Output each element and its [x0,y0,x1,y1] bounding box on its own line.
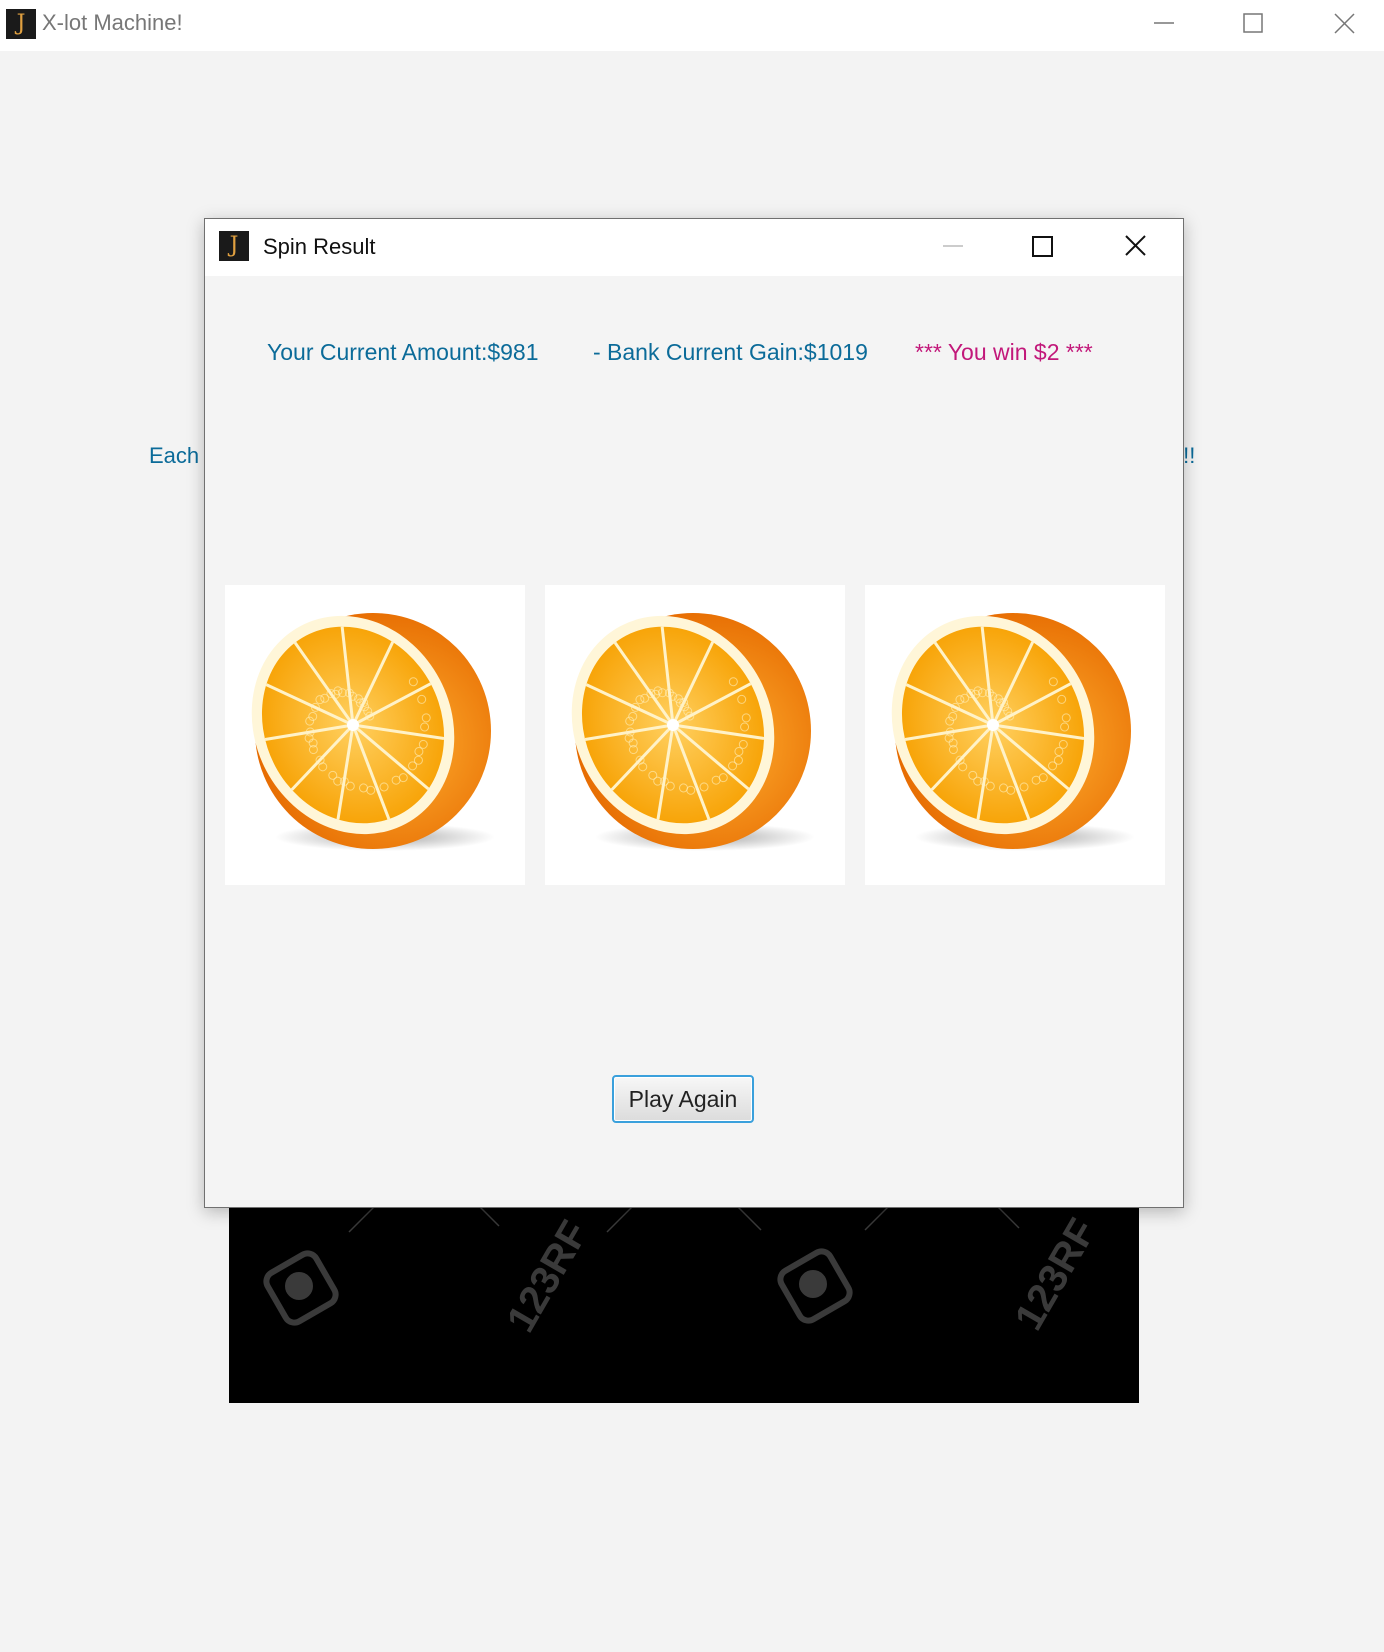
minimize-icon [1154,22,1174,24]
maximize-icon [1032,236,1053,257]
dialog-maximize-button[interactable] [997,219,1087,273]
dialog-close-button[interactable] [1087,219,1181,273]
svg-text:123RF: 123RF [1007,1212,1105,1338]
reel-3 [865,585,1165,885]
dialog-title: Spin Result [263,234,376,259]
main-close-button[interactable] [1298,0,1384,48]
java-app-icon: J [6,9,36,39]
dialog-title-bar: J Spin Result [205,219,1183,276]
java-app-icon: J [219,231,249,261]
main-maximize-button[interactable] [1208,0,1298,48]
background-instructions-left: Each [149,443,200,468]
close-icon [1125,235,1146,256]
orange-half-icon [571,613,815,851]
maximize-icon [1243,13,1263,33]
reel-1 [225,585,525,885]
minimize-icon [943,245,963,247]
main-title-bar: J X-lot Machine! [0,0,1384,51]
main-minimize-button[interactable] [1118,0,1208,48]
reel-2 [545,585,845,885]
current-amount-label: Your Current Amount:$981 [267,339,539,365]
close-icon [1334,13,1355,34]
play-again-button[interactable]: Play Again [612,1075,754,1123]
orange-half-icon [891,613,1135,851]
bank-gain-label: - Bank Current Gain:$1019 [593,339,868,365]
win-message: *** You win $2 *** [915,339,1093,365]
dialog-minimize-button[interactable] [907,219,997,273]
svg-text:123RF: 123RF [499,1214,597,1340]
main-window-title: X-lot Machine! [42,10,183,35]
orange-half-icon [251,613,495,851]
spin-result-dialog: J Spin Result Your Current Amount:$981 -… [204,218,1184,1208]
